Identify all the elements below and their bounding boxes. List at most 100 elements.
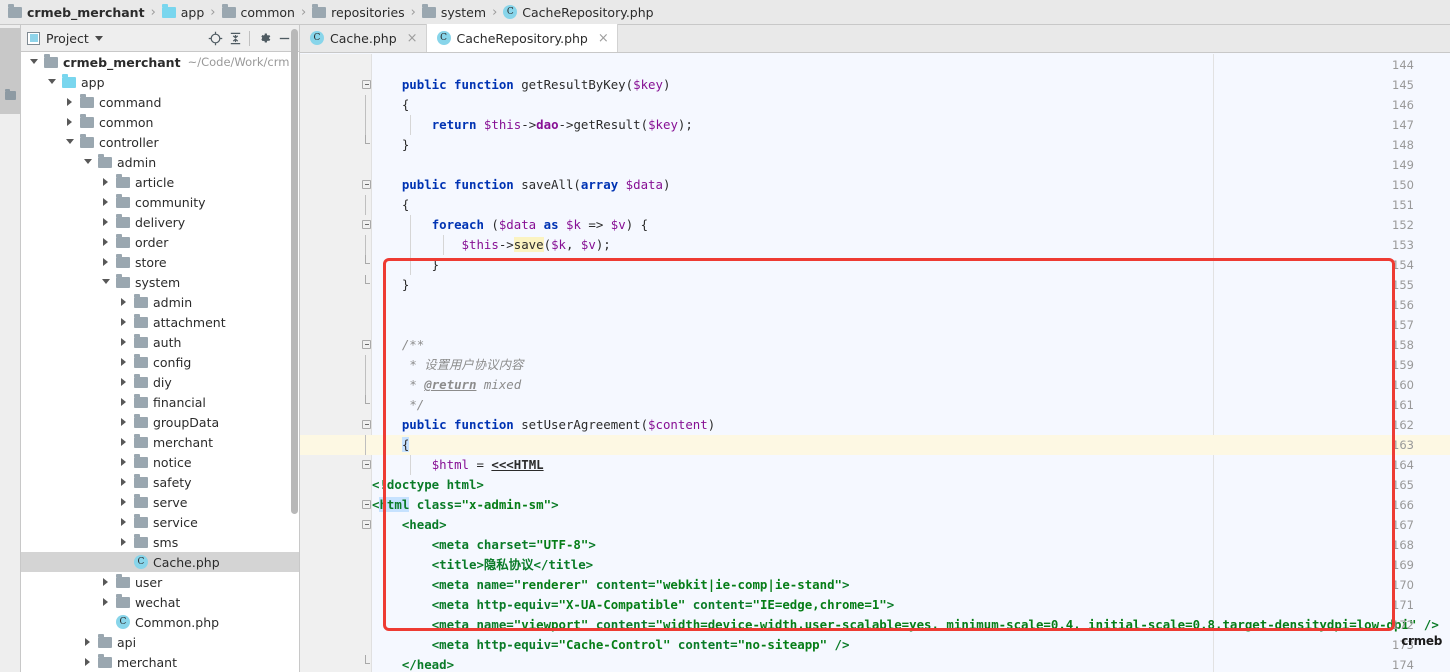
tree-item-common[interactable]: common xyxy=(21,112,300,132)
tree-toggle-closed-icon[interactable] xyxy=(119,432,130,452)
code-fold-marker[interactable] xyxy=(362,455,373,475)
tree-item-financial[interactable]: financial xyxy=(21,392,300,412)
tree-toggle-open-icon[interactable] xyxy=(101,272,112,292)
breadcrumb-item-cacherepository-php[interactable]: C CacheRepository.php xyxy=(503,5,654,20)
tree-item-app[interactable]: app xyxy=(21,72,300,92)
code-line[interactable]: */ xyxy=(372,395,424,415)
code-line[interactable]: <meta charset="UTF-8"> xyxy=(372,535,596,555)
tree-item-wechat[interactable]: wechat xyxy=(21,592,300,612)
tree-toggle-closed-icon[interactable] xyxy=(101,212,112,232)
tree-toggle-closed-icon[interactable] xyxy=(119,472,130,492)
tree-item-controller[interactable]: controller xyxy=(21,132,300,152)
code-line[interactable]: { xyxy=(372,95,409,115)
code-line[interactable]: public function setUserAgreement($conten… xyxy=(372,415,715,435)
breadcrumb-item-app[interactable]: app xyxy=(161,3,204,20)
code-line[interactable]: /** xyxy=(372,335,424,355)
tree-toggle-closed-icon[interactable] xyxy=(119,392,130,412)
tree-toggle-closed-icon[interactable] xyxy=(119,452,130,472)
code-line[interactable]: <meta name="viewport" content="width=dev… xyxy=(372,615,1439,635)
tree-item-notice[interactable]: notice xyxy=(21,452,300,472)
tree-item-serve[interactable]: serve xyxy=(21,492,300,512)
chevron-down-icon[interactable] xyxy=(94,35,103,41)
project-tree[interactable]: crmeb_merchant ~/Code/Work/crm app command c… xyxy=(21,52,300,672)
tree-toggle-closed-icon[interactable] xyxy=(101,232,112,252)
code-fold-marker[interactable] xyxy=(362,195,373,215)
tree-toggle-closed-icon[interactable] xyxy=(119,492,130,512)
project-tree-scrollbar[interactable] xyxy=(291,29,298,514)
tree-item-system[interactable]: system xyxy=(21,272,300,292)
code-fold-marker[interactable] xyxy=(362,75,373,95)
code-fold-marker[interactable] xyxy=(362,115,373,135)
tree-toggle-open-icon[interactable] xyxy=(29,52,40,72)
code-line[interactable]: <meta http-equiv="Cache-Control" content… xyxy=(372,635,850,655)
tree-item-admin[interactable]: admin xyxy=(21,152,300,172)
close-icon[interactable]: × xyxy=(407,31,418,46)
tree-item-sms[interactable]: sms xyxy=(21,532,300,552)
code-line[interactable]: $this->save($k, $v); xyxy=(372,235,611,255)
code-line[interactable]: * 设置用户协议内容 xyxy=(372,355,523,375)
code-line[interactable]: * @return mixed xyxy=(372,375,521,395)
code-fold-marker[interactable] xyxy=(362,275,373,295)
tree-item-crmeb-merchant[interactable]: crmeb_merchant ~/Code/Work/crm xyxy=(21,52,300,72)
breadcrumb-item-repositories[interactable]: repositories xyxy=(312,3,405,20)
code-line[interactable]: return $this->dao->getResult($key); xyxy=(372,115,693,135)
code-text-area[interactable]: public function getResultByKey($key) { r… xyxy=(300,54,1450,672)
breadcrumb-item-crmeb-merchant[interactable]: crmeb_merchant xyxy=(8,3,145,20)
tree-toggle-closed-icon[interactable] xyxy=(119,372,130,392)
code-line[interactable]: { xyxy=(372,435,410,455)
tree-item-service[interactable]: service xyxy=(21,512,300,532)
code-fold-marker[interactable] xyxy=(362,255,373,275)
code-line[interactable]: <html class="x-admin-sm"> xyxy=(372,495,559,515)
breadcrumb-item-system[interactable]: system xyxy=(421,3,486,20)
code-line[interactable]: </head> xyxy=(372,655,454,672)
tree-item-merchant[interactable]: merchant xyxy=(21,432,300,452)
tree-toggle-closed-icon[interactable] xyxy=(83,652,94,672)
tree-toggle-closed-icon[interactable] xyxy=(83,632,94,652)
tree-toggle-open-icon[interactable] xyxy=(65,132,76,152)
tree-item-admin[interactable]: admin xyxy=(21,292,300,312)
code-line[interactable]: <head> xyxy=(372,515,447,535)
code-fold-marker[interactable] xyxy=(362,415,373,435)
gear-icon[interactable] xyxy=(254,28,274,48)
tree-toggle-closed-icon[interactable] xyxy=(119,512,130,532)
collapse-all-icon[interactable] xyxy=(225,28,245,48)
tree-item-attachment[interactable]: attachment xyxy=(21,312,300,332)
tree-toggle-closed-icon[interactable] xyxy=(101,592,112,612)
code-line[interactable]: foreach ($data as $k => $v) { xyxy=(372,215,648,235)
code-line[interactable]: public function getResultByKey($key) xyxy=(372,75,671,95)
code-fold-marker[interactable] xyxy=(362,235,373,255)
tree-toggle-closed-icon[interactable] xyxy=(119,412,130,432)
code-line[interactable]: <meta name="renderer" content="webkit|ie… xyxy=(372,575,850,595)
tree-toggle-closed-icon[interactable] xyxy=(119,312,130,332)
code-fold-marker[interactable] xyxy=(362,495,373,515)
tree-toggle-open-icon[interactable] xyxy=(83,152,94,172)
editor-tab-cacherepository-php[interactable]: C CacheRepository.php × xyxy=(426,24,618,52)
locate-icon[interactable] xyxy=(205,28,225,48)
tree-toggle-closed-icon[interactable] xyxy=(119,332,130,352)
code-fold-marker[interactable] xyxy=(362,135,373,155)
tree-toggle-closed-icon[interactable] xyxy=(65,112,76,132)
tree-toggle-open-icon[interactable] xyxy=(47,72,58,92)
code-line[interactable]: } xyxy=(372,255,439,275)
tree-toggle-closed-icon[interactable] xyxy=(101,172,112,192)
tree-item-common-php[interactable]: C Common.php xyxy=(21,612,300,632)
code-fold-marker[interactable] xyxy=(362,515,373,535)
close-icon[interactable]: × xyxy=(598,31,609,46)
code-line[interactable]: <!doctype html> xyxy=(372,475,484,495)
tree-toggle-closed-icon[interactable] xyxy=(101,252,112,272)
tree-toggle-closed-icon[interactable] xyxy=(101,572,112,592)
editor-tab-cache-php[interactable]: C Cache.php × xyxy=(300,24,427,52)
tree-item-article[interactable]: article xyxy=(21,172,300,192)
tree-item-cache-php[interactable]: C Cache.php xyxy=(21,552,300,572)
code-fold-marker[interactable] xyxy=(362,95,373,115)
tree-item-user[interactable]: user xyxy=(21,572,300,592)
tree-item-diy[interactable]: diy xyxy=(21,372,300,392)
tree-item-store[interactable]: store xyxy=(21,252,300,272)
code-fold-marker[interactable] xyxy=(362,395,373,415)
code-line[interactable]: } xyxy=(372,135,409,155)
tree-toggle-closed-icon[interactable] xyxy=(65,92,76,112)
code-line[interactable]: } xyxy=(372,275,409,295)
code-fold-marker[interactable] xyxy=(362,355,373,375)
tree-toggle-closed-icon[interactable] xyxy=(119,292,130,312)
tree-item-merchant[interactable]: merchant xyxy=(21,652,300,672)
